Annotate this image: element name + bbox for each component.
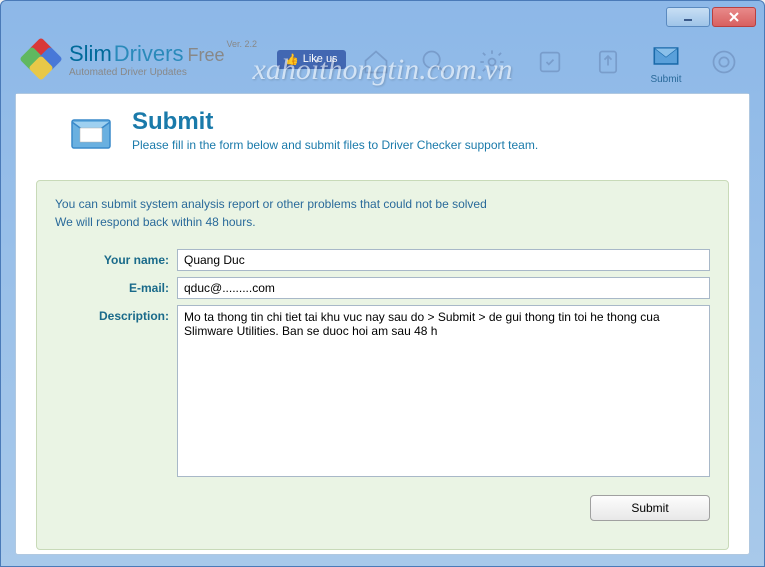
submit-icon: [650, 40, 682, 72]
input-email[interactable]: [177, 277, 710, 299]
content-panel: Submit Please fill in the form below and…: [15, 93, 750, 555]
window-controls: [666, 7, 756, 27]
row-name: Your name:: [55, 249, 710, 271]
help-icon: [708, 46, 740, 78]
page-title: Submit: [132, 108, 538, 136]
page-subtitle: Please fill in the form below and submit…: [132, 138, 538, 152]
toolbar-restore[interactable]: [530, 37, 570, 87]
submit-button[interactable]: Submit: [590, 495, 710, 521]
toolbar-submit[interactable]: Submit: [646, 37, 686, 87]
app-window: Slim Drivers Free Ver. 2.2 Automated Dri…: [0, 0, 765, 567]
app-name-part1: Slim: [69, 41, 112, 67]
input-description[interactable]: [177, 305, 710, 477]
backup-icon: [592, 46, 624, 78]
header: Slim Drivers Free Ver. 2.2 Automated Dri…: [1, 29, 764, 89]
app-version: Ver. 2.2: [226, 39, 257, 49]
input-name[interactable]: [177, 249, 710, 271]
titlebar: [1, 1, 764, 29]
form-info-line1: You can submit system analysis report or…: [55, 195, 710, 213]
label-email: E-mail:: [55, 277, 177, 299]
page-header: Submit Please fill in the form below and…: [16, 94, 749, 172]
row-email: E-mail:: [55, 277, 710, 299]
app-name-part3: Free: [187, 45, 224, 66]
label-name: Your name:: [55, 249, 177, 271]
toolbar-scan[interactable]: [414, 37, 454, 87]
form-info-line2: We will respond back within 48 hours.: [55, 213, 710, 231]
page-title-area: Submit Please fill in the form below and…: [132, 108, 538, 158]
close-button[interactable]: [712, 7, 756, 27]
toolbar: Submit: [356, 37, 744, 87]
home-icon: [360, 46, 392, 78]
toolbar-submit-label: Submit: [650, 74, 681, 85]
page-envelope-icon: [66, 108, 116, 158]
app-name-part2: Drivers: [114, 41, 184, 67]
toolbar-help[interactable]: [704, 37, 744, 87]
like-label: Like us: [303, 53, 338, 65]
form-panel: You can submit system analysis report or…: [36, 180, 729, 550]
logo-text: Slim Drivers Free Ver. 2.2 Automated Dri…: [69, 41, 257, 78]
row-description: Description:: [55, 305, 710, 477]
gear-icon: [476, 46, 508, 78]
minimize-button[interactable]: [666, 7, 710, 27]
restore-icon: [534, 46, 566, 78]
toolbar-settings[interactable]: [472, 37, 512, 87]
logo-area: Slim Drivers Free Ver. 2.2 Automated Dri…: [21, 39, 257, 79]
thumbs-up-icon: 👍: [285, 53, 299, 66]
app-logo-icon: [21, 39, 61, 79]
form-info: You can submit system analysis report or…: [55, 195, 710, 231]
like-button[interactable]: 👍 Like us: [277, 50, 346, 69]
form-actions: Submit: [55, 495, 710, 521]
toolbar-home[interactable]: [356, 37, 396, 87]
app-tagline: Automated Driver Updates: [69, 67, 257, 78]
label-description: Description:: [55, 305, 177, 477]
magnifier-icon: [418, 46, 450, 78]
toolbar-backup[interactable]: [588, 37, 628, 87]
